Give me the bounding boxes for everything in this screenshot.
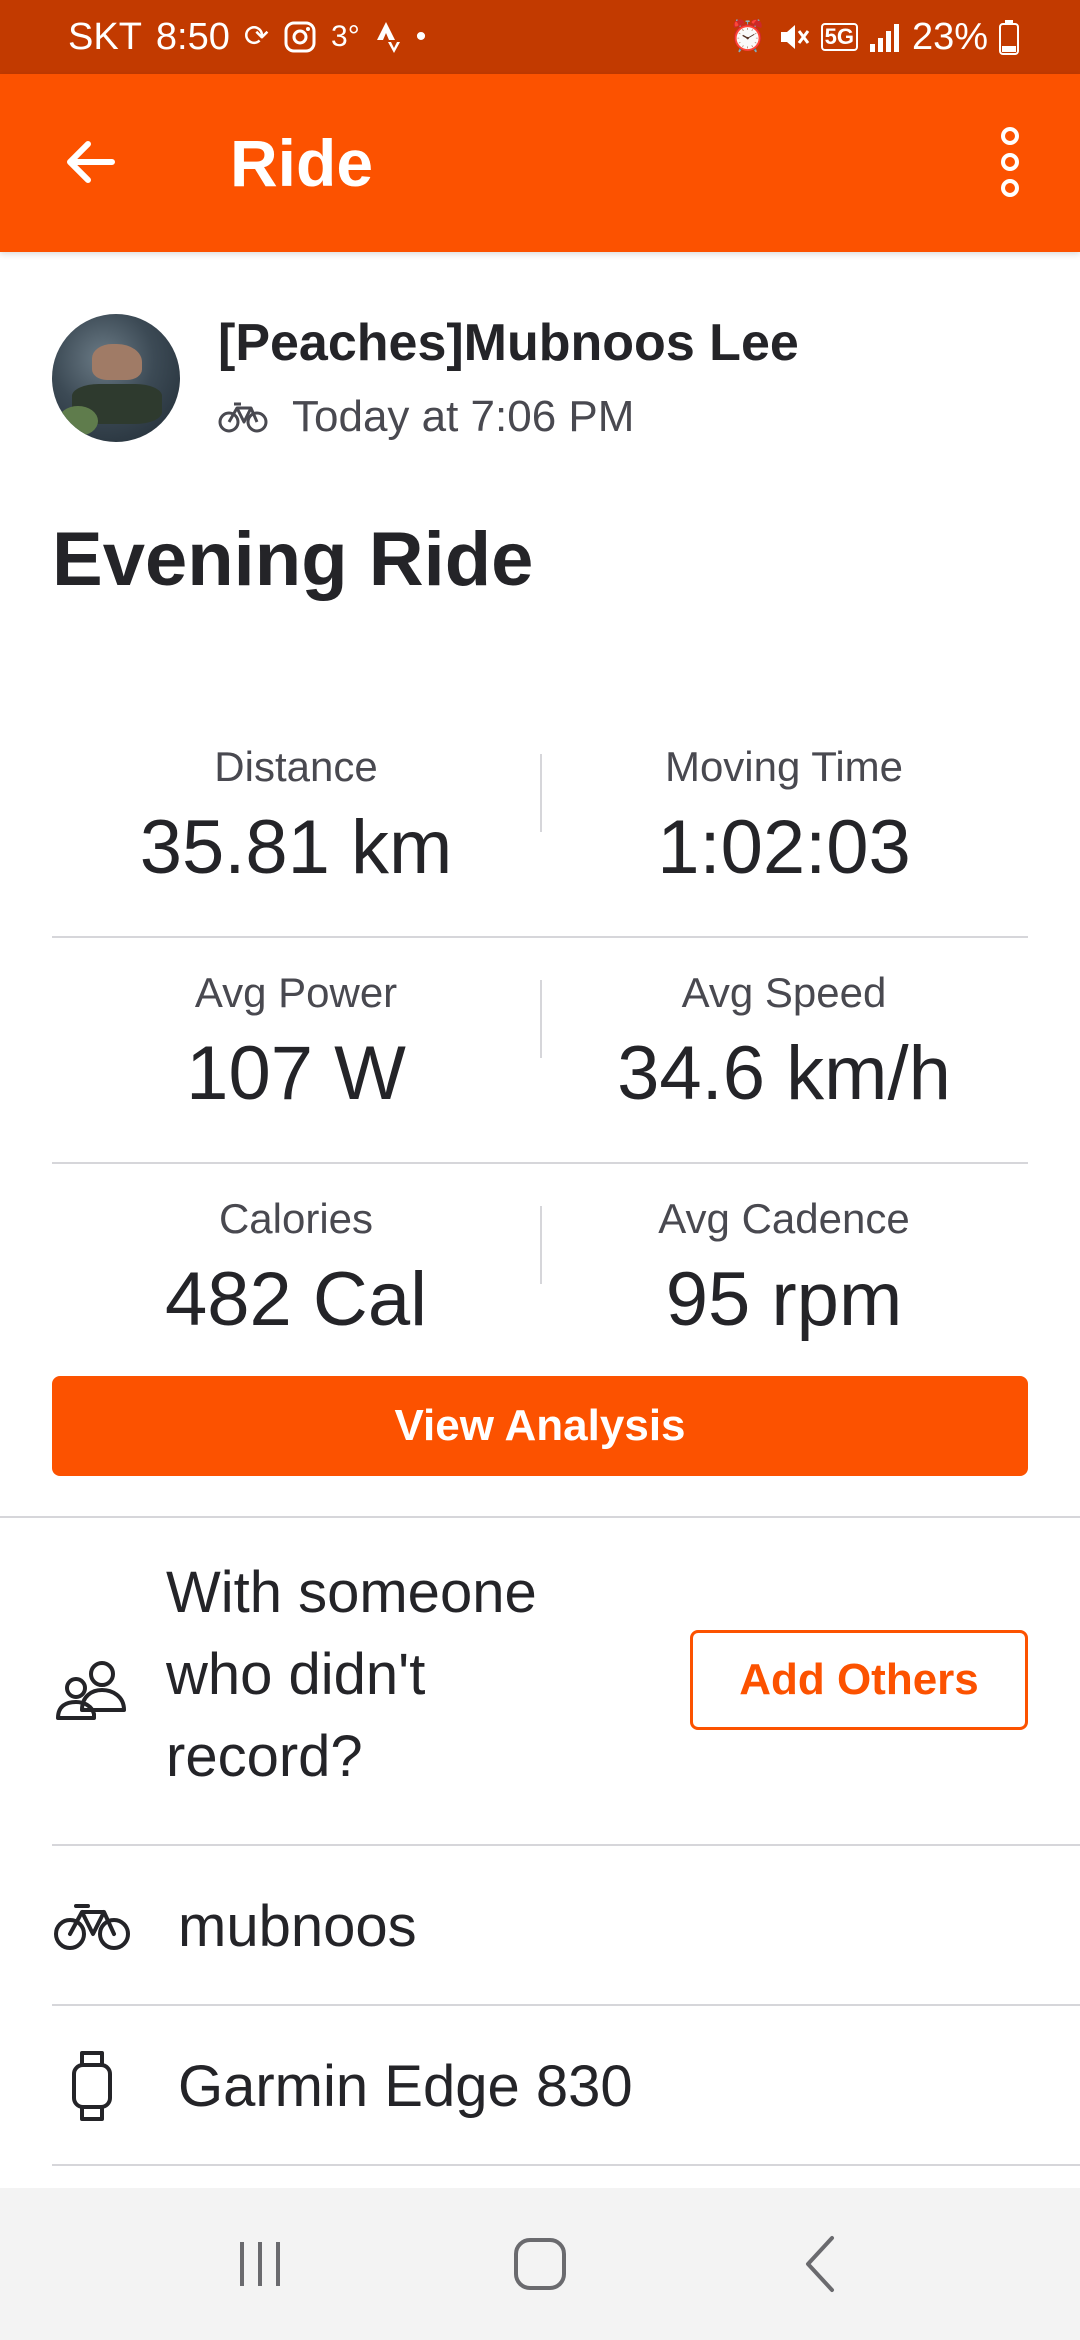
strava-icon <box>376 22 400 53</box>
back-button[interactable] <box>50 122 130 202</box>
stat-value: 107 W <box>186 1031 406 1116</box>
stat-label: Moving Time <box>664 743 904 790</box>
stat-value: 95 rpm <box>665 1257 903 1342</box>
app-bar: Ride <box>0 74 1080 252</box>
status-left: SKT 8:50 ⟳ 3° • <box>68 16 426 59</box>
stat-value: 482 Cal <box>165 1257 427 1342</box>
mute-icon <box>780 25 809 49</box>
status-bar: SKT 8:50 ⟳ 3° • ⏰ 5G 23% <box>0 0 1080 74</box>
add-others-button[interactable]: Add Others <box>690 1630 1028 1730</box>
notification-dot-icon: • <box>415 20 427 53</box>
stat-row: Calories 482 Cal Avg Cadence 95 rpm <box>52 1164 1028 1390</box>
watch-icon <box>52 2046 132 2126</box>
section-divider <box>0 1516 1080 1518</box>
view-analysis-button[interactable]: View Analysis <box>52 1376 1028 1476</box>
stat-value: 35.81 km <box>139 805 453 890</box>
stats-grid: Distance 35.81 km Moving Time 1:02:03 Av… <box>52 712 1028 1390</box>
more-options-button[interactable] <box>980 122 1040 202</box>
clock: 8:50 <box>155 15 230 58</box>
stat-value: 1:02:03 <box>657 805 911 890</box>
stat-divider <box>540 980 542 1058</box>
temperature-label: 3° <box>331 20 360 53</box>
instagram-icon <box>284 21 316 53</box>
home-icon <box>514 2238 566 2290</box>
alarm-icon: ⏰ <box>729 20 767 53</box>
activity-meta: Today at 7:06 PM <box>218 392 634 442</box>
battery-icon <box>999 20 1019 55</box>
sync-icon: ⟳ <box>243 20 270 53</box>
add-others-section: With someone who didn't record? Add Othe… <box>52 1552 1028 1842</box>
stat-label: Avg Cadence <box>658 1195 910 1242</box>
recent-apps-icon <box>240 2242 280 2286</box>
network-type-badge: 5G <box>820 23 858 51</box>
more-vertical-icon <box>1001 127 1019 197</box>
bike-icon <box>218 402 268 433</box>
stat-label: Calories <box>218 1195 374 1242</box>
status-right: ⏰ 5G 23% <box>729 16 1020 59</box>
carrier-label: SKT <box>68 15 142 58</box>
stat-row: Distance 35.81 km Moving Time 1:02:03 <box>52 712 1028 938</box>
system-nav-bar <box>0 2188 1080 2340</box>
stat-moving-time: Moving Time 1:02:03 <box>540 712 1028 936</box>
chevron-left-icon <box>806 2236 834 2292</box>
with-someone-text: With someone who didn't record? <box>166 1560 537 1789</box>
stat-avg-speed: Avg Speed 34.6 km/h <box>540 938 1028 1162</box>
stat-distance: Distance 35.81 km <box>52 712 540 936</box>
stat-divider <box>540 1206 542 1284</box>
stat-label: Avg Speed <box>681 969 887 1016</box>
nav-back-button[interactable] <box>760 2214 880 2314</box>
back-arrow-icon <box>67 141 115 183</box>
device-row[interactable]: Garmin Edge 830 <box>52 2006 1080 2166</box>
bike-icon <box>52 1886 132 1966</box>
stat-calories: Calories 482 Cal <box>52 1164 540 1390</box>
bike-name: mubnoos <box>178 1893 417 1959</box>
gear-bike-row[interactable]: mubnoos <box>52 1846 1080 2006</box>
device-name: Garmin Edge 830 <box>178 2053 633 2119</box>
page-title: Ride <box>230 126 374 200</box>
signal-icon <box>869 24 899 52</box>
stat-divider <box>540 754 542 832</box>
people-icon <box>56 1661 126 1720</box>
stat-avg-power: Avg Power 107 W <box>52 938 540 1162</box>
athlete-name[interactable]: [Peaches]Mubnoos Lee <box>218 312 799 374</box>
home-button[interactable] <box>480 2214 600 2314</box>
stat-row: Avg Power 107 W Avg Speed 34.6 km/h <box>52 938 1028 1164</box>
stat-label: Avg Power <box>194 969 398 1016</box>
stat-label: Distance <box>214 743 378 790</box>
activity-title: Evening Ride <box>52 517 534 602</box>
stat-avg-cadence: Avg Cadence 95 rpm <box>540 1164 1028 1390</box>
avatar[interactable] <box>52 314 180 442</box>
recent-apps-button[interactable] <box>200 2214 320 2314</box>
activity-timestamp: Today at 7:06 PM <box>292 392 635 441</box>
row-divider <box>52 2164 1080 2166</box>
battery-percent: 23% <box>911 15 988 58</box>
stat-value: 34.6 km/h <box>617 1031 951 1116</box>
